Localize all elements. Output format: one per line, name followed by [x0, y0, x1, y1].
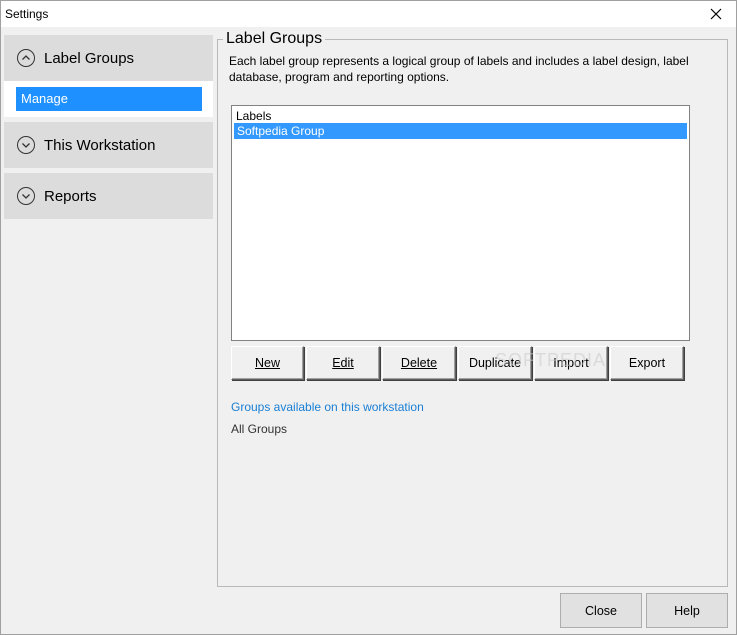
chevron-up-icon [17, 49, 35, 67]
list-item[interactable]: Softpedia Group [234, 123, 687, 139]
groupbox-title: Label Groups [223, 30, 326, 48]
edit-button[interactable]: Edit [306, 346, 380, 380]
new-button[interactable]: New [231, 346, 304, 380]
import-button[interactable]: Import [534, 346, 608, 380]
title-bar: Settings [1, 1, 736, 27]
section-label: This Workstation [44, 137, 156, 154]
chevron-down-icon [17, 187, 35, 205]
duplicate-button-label: Duplicate [468, 356, 522, 370]
close-icon [710, 8, 722, 20]
import-button-label: Import [553, 356, 589, 370]
delete-button[interactable]: Delete [382, 346, 456, 380]
window-title: Settings [5, 7, 49, 21]
close-button-label: Close [585, 603, 617, 618]
export-button[interactable]: Export [610, 346, 684, 380]
edit-button-label: Edit [332, 356, 354, 370]
section-label-groups[interactable]: Label Groups [4, 35, 213, 81]
section-reports[interactable]: Reports [4, 173, 213, 219]
sidebar: Label Groups Manage This Workstation Rep… [4, 35, 213, 224]
groups-availability-link[interactable]: Groups available on this workstation [231, 400, 424, 414]
chevron-down-icon [17, 136, 35, 154]
window-close-button[interactable] [696, 1, 736, 27]
help-button-label: Help [674, 603, 700, 618]
section-label: Label Groups [44, 50, 135, 67]
section-label: Reports [44, 188, 97, 205]
section-this-workstation[interactable]: This Workstation [4, 122, 213, 168]
help-button[interactable]: Help [646, 593, 728, 628]
delete-button-label: Delete [400, 356, 438, 370]
new-button-label: New [254, 356, 280, 370]
duplicate-button[interactable]: Duplicate [458, 346, 532, 380]
label-groups-subpanel: Manage [4, 81, 213, 117]
close-button[interactable]: Close [560, 593, 642, 628]
list-header: Labels [236, 109, 272, 123]
sidebar-item-manage[interactable]: Manage [16, 87, 202, 111]
groups-availability-value: All Groups [231, 422, 288, 436]
description-text: Each label group represents a logical gr… [229, 54, 689, 84]
export-button-label: Export [628, 356, 666, 370]
labels-listbox[interactable]: Labels Softpedia Group [231, 105, 690, 341]
action-buttons: New Edit Delete Duplicate Import Export [231, 346, 686, 381]
